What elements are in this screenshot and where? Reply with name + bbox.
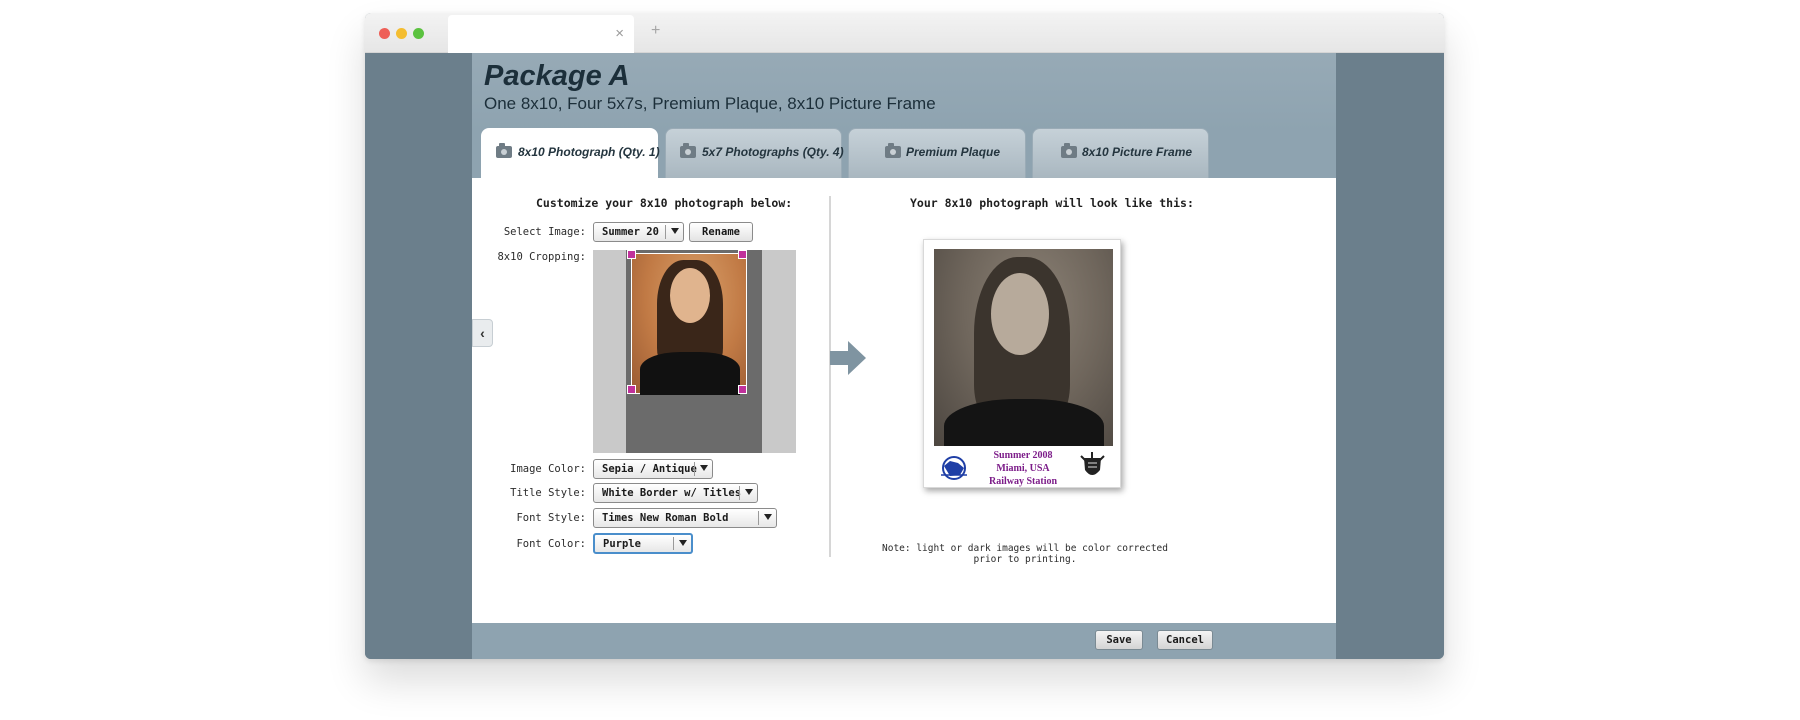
browser-chrome: × + (365, 13, 1444, 53)
browser-tab[interactable]: × (448, 15, 634, 53)
package-subtitle: One 8x10, Four 5x7s, Premium Plaque, 8x1… (484, 94, 936, 113)
preview-photo-body (944, 399, 1104, 446)
select-image-value: Summer 20 (602, 226, 659, 238)
tab-8x10-picture-frame[interactable]: 8x10 Picture Frame (1032, 128, 1209, 178)
select-image-label: Select Image: (503, 226, 586, 238)
customize-heading: Customize your 8x10 photograph below: (536, 196, 793, 210)
column-divider (829, 196, 831, 557)
tab-label: 8x10 Photograph (Qty. 1) (518, 145, 660, 159)
chevron-down-icon (700, 465, 708, 471)
tab-close-icon[interactable]: × (615, 25, 624, 42)
tab-premium-plaque[interactable]: Premium Plaque (848, 128, 1026, 178)
camera-icon (885, 143, 901, 158)
package-header: Package A One 8x10, Four 5x7s, Premium P… (472, 53, 1336, 131)
chevron-down-icon (745, 489, 753, 495)
font-style-value: Times New Roman Bold (602, 512, 729, 524)
photo-preview: Summer 2008 Miami, USA Railway Station (923, 239, 1121, 488)
preview-photo (934, 249, 1113, 446)
dropdown-separator (665, 225, 666, 239)
image-color-label: Image Color: (510, 463, 586, 475)
image-color-value: Sepia / Antique (602, 463, 697, 475)
previous-arrow-button[interactable]: ‹ (472, 319, 493, 347)
crop-photo-body (640, 352, 740, 395)
crop-handle-bottom-left[interactable] (627, 385, 636, 394)
tab-5x7-photographs[interactable]: 5x7 Photographs (Qty. 4) (665, 128, 844, 178)
camera-icon (496, 143, 512, 158)
preview-heading: Your 8x10 photograph will look like this… (910, 196, 1194, 210)
footer-bar: Save Cancel (472, 623, 1336, 659)
package-panel: Package A One 8x10, Four 5x7s, Premium P… (472, 53, 1336, 659)
select-image-dropdown[interactable]: Summer 20 (593, 222, 684, 242)
crop-handle-top-left[interactable] (627, 250, 636, 259)
preview-title-line: Summer 2008 (993, 450, 1053, 461)
maximize-window-button[interactable] (413, 28, 424, 39)
cancel-button[interactable]: Cancel (1157, 630, 1213, 650)
chevron-down-icon (671, 228, 679, 234)
viewport: Package A One 8x10, Four 5x7s, Premium P… (365, 53, 1444, 659)
tab-8x10-photograph[interactable]: 8x10 Photograph (Qty. 1) (481, 128, 660, 181)
customize-content: ‹ Customize your 8x10 photograph below: … (472, 178, 1336, 623)
save-button[interactable]: Save (1095, 630, 1143, 650)
crest-emblem-icon (1080, 452, 1105, 475)
title-style-dropdown[interactable]: White Border w/ Titles (593, 483, 758, 503)
chevron-down-icon (679, 540, 687, 546)
camera-icon (1061, 143, 1077, 158)
preview-title-line: Miami, USA (996, 463, 1050, 474)
dropdown-separator (673, 537, 674, 550)
font-style-label: Font Style: (516, 512, 586, 524)
image-color-dropdown[interactable]: Sepia / Antique (593, 459, 713, 479)
browser-window: × + Package A One 8x10, Four 5x7s, Premi… (365, 13, 1444, 659)
crop-selection[interactable] (631, 253, 747, 395)
dropdown-separator (758, 511, 759, 525)
new-tab-icon[interactable]: + (651, 22, 660, 40)
crop-handle-top-right[interactable] (738, 250, 747, 259)
preview-title-line: Railway Station (988, 476, 1058, 487)
tab-label: 8x10 Picture Frame (1082, 145, 1193, 159)
font-style-dropdown[interactable]: Times New Roman Bold (593, 508, 777, 528)
package-title: Package A (484, 60, 630, 92)
camera-icon (680, 143, 696, 158)
close-window-button[interactable] (379, 28, 390, 39)
minimize-window-button[interactable] (396, 28, 407, 39)
title-style-value: White Border w/ Titles (602, 487, 742, 499)
tab-label: 5x7 Photographs (Qty. 4) (702, 145, 844, 159)
cropping-label: 8x10 Cropping: (497, 251, 586, 263)
crop-photo-face (670, 268, 710, 323)
font-color-dropdown[interactable]: Purple (593, 533, 693, 554)
preview-photo-face (991, 273, 1049, 355)
dropdown-separator (739, 486, 740, 500)
font-color-label: Font Color: (516, 538, 586, 550)
preview-title: Summer 2008 Miami, USA Railway Station (970, 449, 1076, 488)
rename-button[interactable]: Rename (689, 222, 753, 242)
dropdown-separator (694, 462, 695, 476)
arrow-right-icon (830, 341, 866, 375)
crop-area[interactable] (593, 250, 796, 453)
stage: × + Package A One 8x10, Four 5x7s, Premi… (0, 0, 1800, 720)
font-color-value: Purple (603, 538, 641, 550)
color-correction-note: Note: light or dark images will be color… (882, 543, 1168, 565)
chevron-down-icon (764, 514, 772, 520)
map-emblem-icon (941, 456, 967, 480)
tab-label: Premium Plaque (906, 145, 1001, 159)
title-style-label: Title Style: (510, 487, 586, 499)
crop-handle-bottom-right[interactable] (738, 385, 747, 394)
